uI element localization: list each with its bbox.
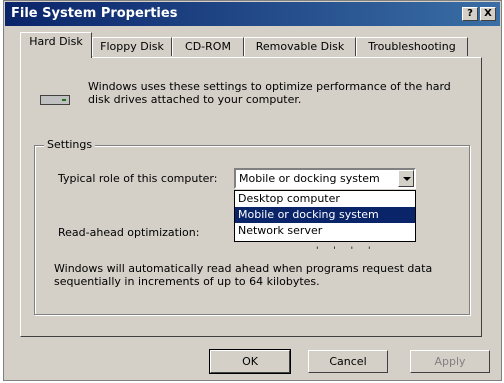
typical-role-label: Typical role of this computer: bbox=[58, 172, 218, 185]
chevron-down-icon[interactable] bbox=[398, 170, 414, 187]
typical-role-value: Mobile or docking system bbox=[239, 172, 380, 185]
option-network-server[interactable]: Network server bbox=[235, 223, 415, 239]
cancel-button[interactable]: Cancel bbox=[308, 350, 388, 373]
typical-role-select[interactable]: Mobile or docking system bbox=[234, 168, 416, 189]
hard-disk-description: Windows uses these settings to optimize … bbox=[88, 80, 451, 106]
ok-button[interactable]: OK bbox=[209, 349, 291, 374]
typical-role-dropdown-list: Desktop computer Mobile or docking syste… bbox=[234, 190, 416, 242]
apply-button[interactable]: Apply bbox=[410, 350, 490, 373]
tab-hard-disk[interactable]: Hard Disk bbox=[20, 32, 92, 58]
read-ahead-help-text: Windows will automatically read ahead wh… bbox=[54, 262, 433, 288]
help-button[interactable]: ? bbox=[462, 7, 478, 21]
title-bar[interactable]: File System Properties ? X bbox=[5, 2, 500, 26]
option-mobile-docking-system[interactable]: Mobile or docking system bbox=[235, 207, 415, 223]
tab-removable-disk[interactable]: Removable Disk bbox=[244, 37, 356, 56]
read-ahead-label: Read-ahead optimization: bbox=[58, 226, 200, 239]
read-ahead-slider-ticks[interactable]: ' ' ' ' bbox=[316, 246, 376, 256]
window-title: File System Properties bbox=[11, 6, 178, 21]
tab-cd-rom[interactable]: CD-ROM bbox=[172, 37, 244, 56]
close-button[interactable]: X bbox=[480, 7, 496, 21]
settings-group-label: Settings bbox=[44, 138, 96, 151]
option-desktop-computer[interactable]: Desktop computer bbox=[235, 191, 415, 207]
tab-floppy-disk[interactable]: Floppy Disk bbox=[92, 37, 172, 56]
hard-disk-icon bbox=[40, 95, 70, 105]
tab-troubleshooting[interactable]: Troubleshooting bbox=[356, 37, 468, 56]
